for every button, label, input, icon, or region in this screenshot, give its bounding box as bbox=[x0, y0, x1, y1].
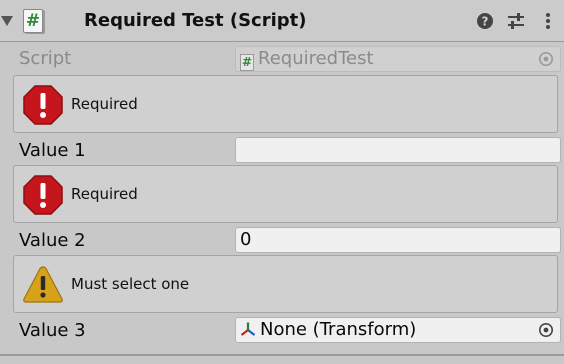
help-box-message: Required bbox=[71, 95, 138, 113]
divider bbox=[0, 354, 564, 356]
value-2-text: 0 bbox=[240, 229, 252, 250]
kebab-menu-icon[interactable] bbox=[538, 11, 558, 31]
script-field[interactable]: # RequiredTest bbox=[235, 46, 561, 72]
value-3-object-field[interactable]: None (Transform) bbox=[235, 317, 561, 343]
script-file-icon: # bbox=[240, 54, 254, 71]
transform-axes-icon bbox=[240, 322, 256, 336]
object-picker-icon[interactable] bbox=[538, 51, 554, 67]
triangle-down-icon[interactable] bbox=[0, 13, 14, 29]
value-1-label: Value 1 bbox=[19, 140, 86, 161]
value-2-label: Value 2 bbox=[19, 230, 86, 251]
script-field-value: RequiredTest bbox=[258, 48, 374, 69]
object-picker-icon[interactable] bbox=[538, 322, 554, 338]
help-box-error: Required bbox=[13, 75, 558, 133]
warning-triangle-icon bbox=[23, 266, 63, 303]
value-2-input[interactable]: 0 bbox=[235, 227, 561, 253]
script-icon: # bbox=[23, 9, 43, 33]
error-octagon-icon bbox=[23, 175, 63, 215]
help-box-message: Required bbox=[71, 185, 138, 203]
script-label: Script bbox=[19, 48, 72, 69]
component-title: Required Test (Script) bbox=[84, 10, 307, 31]
svg-text:?: ? bbox=[482, 15, 489, 29]
value-3-text: None (Transform) bbox=[260, 319, 417, 340]
help-box-error: Required bbox=[13, 165, 558, 223]
preset-sliders-icon[interactable] bbox=[506, 11, 526, 31]
component-header[interactable]: # Required Test (Script) ? bbox=[0, 0, 564, 42]
error-octagon-icon bbox=[23, 85, 63, 125]
help-icon[interactable]: ? bbox=[475, 11, 495, 31]
value-1-input[interactable] bbox=[235, 137, 561, 163]
value-3-label: Value 3 bbox=[19, 320, 86, 341]
help-box-message: Must select one bbox=[71, 275, 190, 293]
help-box-warning: Must select one bbox=[13, 255, 558, 313]
inspector-panel: # Required Test (Script) ? Script # Requi… bbox=[0, 0, 564, 364]
